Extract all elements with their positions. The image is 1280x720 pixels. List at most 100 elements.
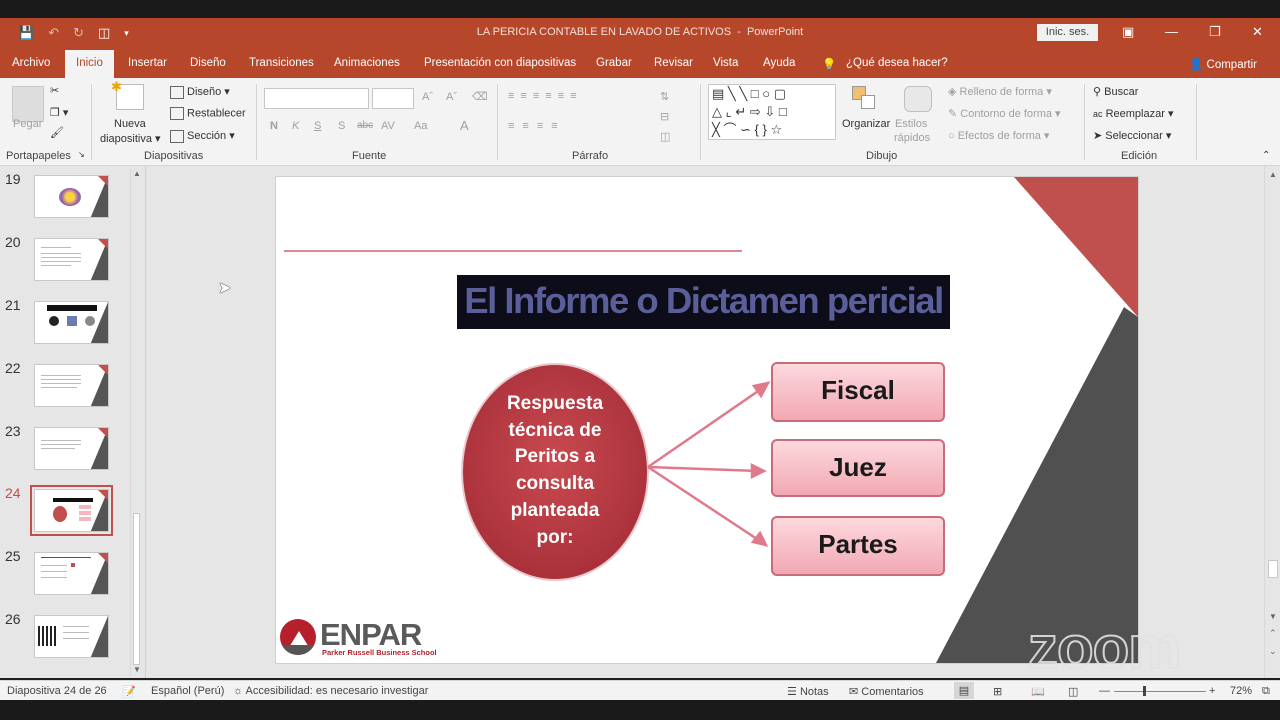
- quick-styles-button-2[interactable]: rápidos: [894, 132, 930, 144]
- slide-thumbnail-selected[interactable]: [30, 485, 113, 536]
- smartart-icon[interactable]: ◫: [660, 130, 670, 143]
- clipboard-launcher-icon[interactable]: ↘: [78, 150, 85, 159]
- cut-icon[interactable]: ✂: [50, 84, 59, 97]
- zoom-level[interactable]: 72%: [1230, 685, 1252, 697]
- tab-transiciones[interactable]: Transiciones: [249, 57, 314, 69]
- align-buttons[interactable]: ≡≡≡≡: [508, 120, 566, 132]
- shape-effects-button[interactable]: ○ Efectos de forma ▾: [948, 129, 1049, 142]
- font-name-dropdown[interactable]: [264, 88, 369, 109]
- box-fiscal[interactable]: Fiscal: [772, 375, 944, 406]
- increase-font-icon[interactable]: Aˆ: [422, 91, 433, 103]
- underline-button[interactable]: S: [314, 120, 321, 132]
- paste-icon[interactable]: [12, 86, 44, 122]
- align-text-icon[interactable]: ⊟: [660, 110, 669, 123]
- slide-thumbnail[interactable]: [34, 238, 109, 281]
- zoom-in-icon[interactable]: +: [1209, 685, 1215, 697]
- tell-me-search[interactable]: ¿Qué desea hacer?: [846, 57, 948, 69]
- layout-button[interactable]: Diseño ▾: [170, 85, 230, 99]
- format-painter-icon[interactable]: 🖌: [50, 126, 64, 139]
- select-button[interactable]: ➤ Seleccionar ▾: [1093, 129, 1171, 142]
- replace-button[interactable]: ac Reemplazar ▾: [1093, 107, 1173, 120]
- section-button[interactable]: Sección ▾: [170, 129, 235, 143]
- tab-inicio[interactable]: Inicio: [65, 50, 114, 78]
- arrange-icon[interactable]: [852, 86, 878, 112]
- notes-button[interactable]: ☰ Notas: [787, 685, 829, 698]
- tab-animaciones[interactable]: Animaciones: [334, 57, 400, 69]
- quick-styles-button-1[interactable]: Estilos: [895, 118, 927, 130]
- share-button[interactable]: 👤 Compartir: [1189, 57, 1257, 71]
- find-button[interactable]: ⚲ Buscar: [1093, 85, 1138, 98]
- font-color-button[interactable]: A: [460, 118, 469, 133]
- zoom-out-icon[interactable]: —: [1099, 685, 1110, 697]
- next-slide-icon[interactable]: ⌄: [1269, 646, 1277, 657]
- tab-presentacion[interactable]: Presentación con diapositivas: [424, 57, 576, 69]
- thumbnail-scrollbar[interactable]: ▲ ▼: [130, 169, 142, 675]
- shapes-gallery[interactable]: ▤ ╲ ╲ □ ○ ▢ △ ⌞ ↵ ⇨ ⇩ □ ╳ ⌒ ∽ { } ☆: [708, 84, 836, 140]
- comments-button[interactable]: ✉ Comentarios: [849, 685, 924, 698]
- clear-format-icon[interactable]: ⌫: [472, 90, 488, 103]
- font-size-dropdown[interactable]: [372, 88, 414, 109]
- scroll-up-icon[interactable]: ▲: [133, 169, 141, 178]
- slide-thumbnail[interactable]: [34, 427, 109, 470]
- ribbon-display-icon[interactable]: ▣: [1122, 24, 1134, 40]
- shadow-button[interactable]: S: [338, 120, 345, 132]
- slide-sorter-icon[interactable]: ⊞: [993, 685, 1002, 698]
- slide-canvas[interactable]: El Informe o Dictamen pericial Respuesta…: [276, 177, 1138, 663]
- tab-revisar[interactable]: Revisar: [654, 57, 693, 69]
- paste-button[interactable]: Pegar: [13, 118, 42, 130]
- strikethrough-button[interactable]: abc: [357, 120, 373, 131]
- slide-thumbnail[interactable]: [34, 552, 109, 595]
- language-status[interactable]: Español (Perú): [151, 685, 224, 697]
- restore-icon[interactable]: ❐: [1209, 24, 1221, 40]
- bold-button[interactable]: N: [270, 120, 278, 132]
- fit-to-window-icon[interactable]: ⧉: [1262, 685, 1270, 698]
- thumbnail-scroll-thumb[interactable]: [133, 513, 140, 665]
- zoom-slider-thumb[interactable]: [1143, 686, 1146, 696]
- minimize-icon[interactable]: —: [1165, 24, 1178, 39]
- slide-thumbnail[interactable]: [34, 301, 109, 344]
- normal-view-icon[interactable]: ▤: [954, 682, 974, 699]
- sign-in-button[interactable]: Inic. ses.: [1037, 24, 1098, 41]
- italic-button[interactable]: K: [292, 120, 299, 132]
- tab-insertar[interactable]: Insertar: [128, 57, 167, 69]
- slide-thumbnail[interactable]: [34, 175, 109, 218]
- decrease-font-icon[interactable]: Aˇ: [446, 91, 457, 103]
- tab-archivo[interactable]: Archivo: [12, 57, 50, 69]
- quick-styles-icon[interactable]: [904, 86, 932, 112]
- slide-thumbnail[interactable]: [34, 615, 109, 658]
- shape-outline-button[interactable]: ✎ Contorno de forma ▾: [948, 107, 1061, 120]
- scroll-down-icon[interactable]: ▼: [1269, 612, 1277, 621]
- new-slide-label-2[interactable]: diapositiva ▾: [100, 132, 161, 145]
- tab-ayuda[interactable]: Ayuda: [763, 57, 795, 69]
- box-juez[interactable]: Juez: [772, 452, 944, 483]
- slideshow-icon[interactable]: ◫: [1068, 685, 1078, 698]
- spelling-icon[interactable]: 📝: [122, 685, 136, 698]
- zoom-slider[interactable]: [1114, 691, 1206, 692]
- scroll-down-icon[interactable]: ▼: [133, 665, 141, 674]
- list-buttons[interactable]: ≡≡≡≡≡≡: [508, 90, 583, 102]
- new-slide-icon[interactable]: ✱: [111, 79, 144, 110]
- collapse-ribbon-icon[interactable]: ⌃: [1262, 150, 1270, 161]
- reading-view-icon[interactable]: 📖: [1031, 685, 1045, 698]
- tab-diseno[interactable]: Diseño: [190, 57, 226, 69]
- scroll-up-icon[interactable]: ▲: [1269, 170, 1277, 179]
- box-partes[interactable]: Partes: [772, 529, 944, 560]
- change-case-button[interactable]: Aa: [414, 120, 427, 132]
- slide-thumbnail[interactable]: [34, 364, 109, 407]
- reset-button[interactable]: Restablecer: [170, 107, 246, 120]
- char-spacing-button[interactable]: AV: [381, 120, 395, 132]
- text-direction-icon[interactable]: ⇅: [660, 90, 669, 103]
- slide-scroll-thumb[interactable]: [1268, 560, 1278, 578]
- copy-icon[interactable]: ❐ ▾: [50, 106, 68, 119]
- close-icon[interactable]: ✕: [1252, 24, 1263, 40]
- new-slide-label-1[interactable]: Nueva: [114, 118, 146, 130]
- circle-text[interactable]: Respuesta técnica de Peritos a consulta …: [474, 391, 636, 551]
- slide-scrollbar[interactable]: ▲ ▼ ⌃ ⌄: [1264, 166, 1280, 678]
- tab-grabar[interactable]: Grabar: [596, 57, 632, 69]
- accessibility-status[interactable]: ☼ Accesibilidad: es necesario investigar: [233, 685, 428, 697]
- shape-fill-button[interactable]: ◈ Relleno de forma ▾: [948, 85, 1052, 98]
- slide-title[interactable]: El Informe o Dictamen pericial: [457, 275, 950, 329]
- previous-slide-icon[interactable]: ⌃: [1269, 628, 1277, 639]
- arrange-button[interactable]: Organizar: [842, 118, 890, 130]
- tab-vista[interactable]: Vista: [713, 57, 738, 69]
